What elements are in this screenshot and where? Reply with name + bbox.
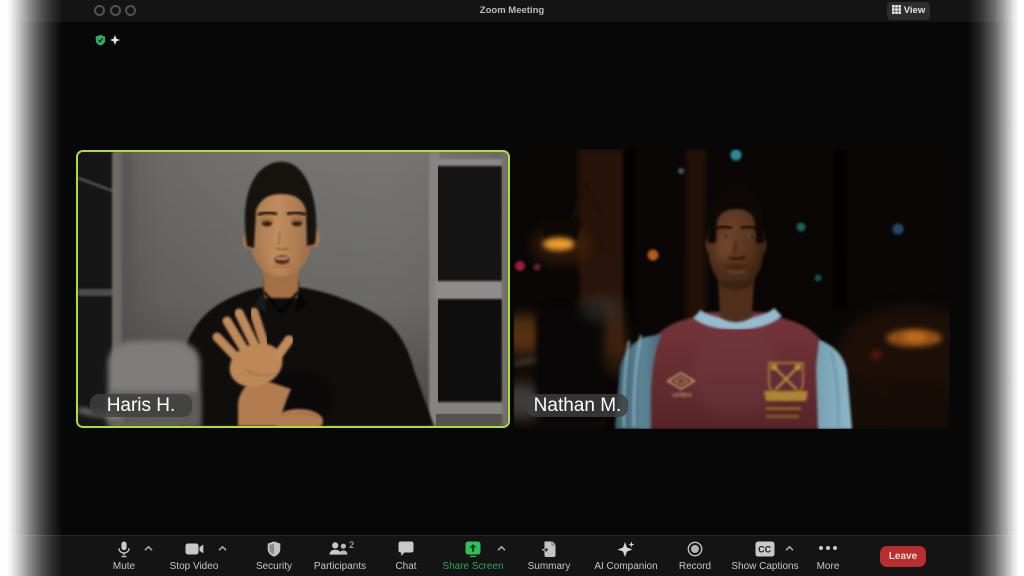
svg-text:CC: CC bbox=[758, 545, 771, 555]
svg-text:2: 2 bbox=[349, 541, 354, 550]
svg-text:umbro: umbro bbox=[672, 392, 692, 399]
